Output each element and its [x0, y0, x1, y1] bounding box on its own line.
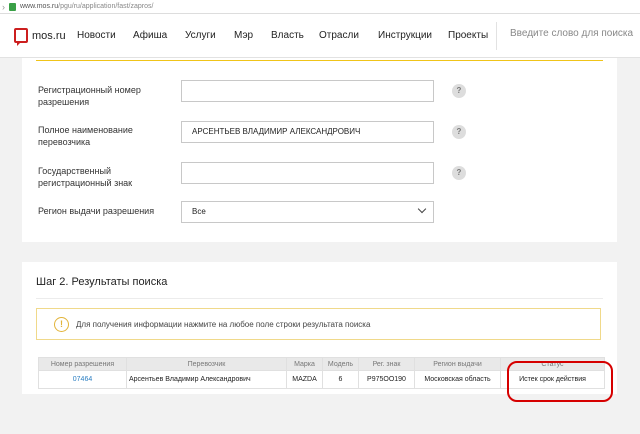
help-icon[interactable]: ? [452, 125, 466, 139]
results-title: Шаг 2. Результаты поиска [36, 276, 168, 288]
region-cell[interactable]: Московская область [414, 370, 501, 389]
site-header: mos.ru Новости Афиша Услуги Мэр Власть О… [0, 14, 640, 58]
model-cell[interactable]: 6 [322, 370, 359, 389]
info-text: Для получения информации нажмите на любо… [76, 319, 371, 329]
column-header: Перевозчик [126, 357, 287, 371]
status-highlight-annotation [507, 361, 613, 402]
help-icon[interactable]: ? [452, 84, 466, 98]
browser-address-bar[interactable]: › www.mos.ru/pgu/ru/application/fast/zap… [0, 0, 640, 14]
reg-plate-field[interactable] [181, 162, 434, 184]
nav-item-projects[interactable]: Проекты [448, 30, 498, 41]
url-text[interactable]: www.mos.ru/pgu/ru/application/fast/zapro… [20, 3, 153, 10]
column-header: Модель [322, 357, 359, 371]
chevron-right-icon: › [2, 1, 5, 12]
nav-item-government[interactable]: Власть [271, 30, 319, 41]
help-icon[interactable]: ? [452, 166, 466, 180]
carrier-cell[interactable]: Арсентьев Владимир Александрович [126, 370, 287, 389]
info-banner: ! Для получения информации нажмите на лю… [36, 308, 601, 340]
nav-item-instructions[interactable]: Инструкции [378, 30, 448, 41]
region-select-value: Все [192, 207, 206, 216]
nav-item-services[interactable]: Услуги [185, 30, 234, 41]
column-header: Регион выдачи [414, 357, 501, 371]
main-nav: Новости Афиша Услуги Мэр Власть Отрасли … [76, 30, 498, 41]
reg-plate-cell[interactable]: Р975ОО190 [358, 370, 415, 389]
carrier-name-label: Полное наименование перевозчика [38, 125, 133, 147]
chevron-down-icon [417, 204, 427, 214]
permit-number-label: Регистрационный номер разрешения [38, 85, 141, 107]
logo[interactable]: mos.ru [14, 28, 76, 46]
reg-plate-label: Государственный регистрационный знак [38, 166, 133, 188]
search-input[interactable]: Введите слово для поиска [510, 28, 633, 39]
mos-ru-logo-icon [14, 28, 28, 46]
carrier-name-field[interactable]: АРСЕНТЬЕВ ВЛАДИМИР АЛЕКСАНДРОВИЧ [181, 121, 434, 143]
permit-number-field[interactable] [181, 80, 434, 102]
card-divider [36, 298, 603, 299]
lock-icon [9, 2, 16, 11]
card-accent-line [36, 60, 603, 61]
brand-cell[interactable]: MAZDA [286, 370, 323, 389]
region-label: Регион выдачи разрешения [38, 206, 155, 216]
column-header: Марка [286, 357, 323, 371]
warning-icon: ! [54, 316, 69, 332]
nav-item-news[interactable]: Новости [77, 30, 133, 41]
search-form-card: Регистрационный номер разрешения ? Полно… [22, 58, 617, 242]
nav-item-industries[interactable]: Отрасли [319, 30, 378, 41]
column-header: Рег. знак [358, 357, 415, 371]
logo-text: mos.ru [32, 29, 66, 42]
header-divider [496, 22, 497, 50]
column-header: Номер разрешения [38, 357, 127, 371]
permit-number-cell[interactable]: 07464 [38, 370, 127, 389]
nav-item-afisha[interactable]: Афиша [133, 30, 185, 41]
region-select[interactable]: Все [181, 201, 434, 223]
nav-item-mayor[interactable]: Мэр [234, 30, 271, 41]
